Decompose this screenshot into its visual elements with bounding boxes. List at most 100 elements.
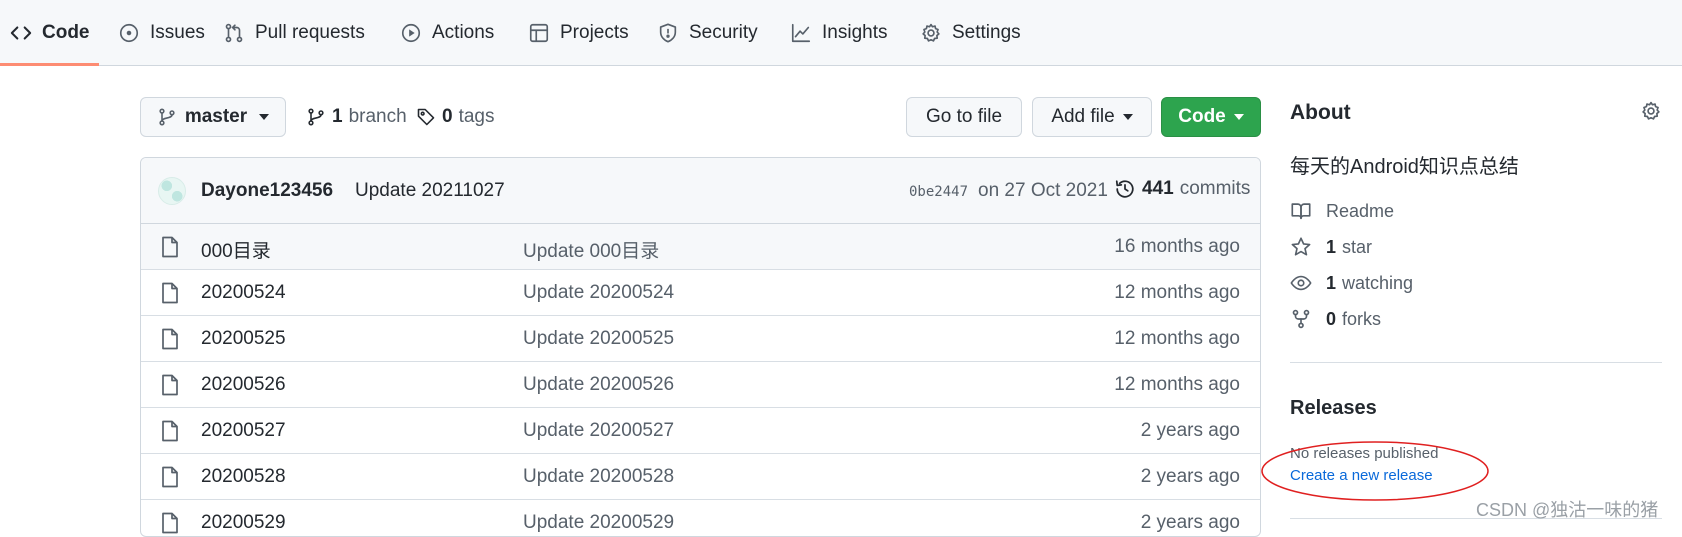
table-row[interactable]: 20200529 Update 20200529 2 years ago [141,500,1260,536]
readme-link[interactable]: Readme [1290,199,1394,223]
tab-insights[interactable]: Insights [790,0,887,66]
tab-code[interactable]: Code [10,0,90,66]
file-commit-message[interactable]: Update 20200525 [523,328,674,350]
file-icon [161,512,179,534]
chevron-down-icon [259,114,270,120]
annotation-ellipse [1261,441,1489,501]
commit-label: commits [1179,178,1251,199]
table-row[interactable]: 20200525 Update 20200525 12 months ago [141,316,1260,362]
stars-count: 1 [1326,236,1337,257]
tag-count: 0 [442,106,453,127]
tab-actions[interactable]: Actions [400,0,494,66]
tab-label: Security [689,22,758,43]
code-icon [10,22,32,44]
watching-label: watching [1342,272,1414,293]
table-row[interactable]: 20200528 Update 20200528 2 years ago [141,454,1260,500]
latest-commit-bar: Dayone123456 Update 20211027 0be2447 on … [141,158,1260,224]
repo-description: 每天的Android知识点总结 [1290,156,1519,178]
repo-nav: Code Issues Pull requests Actions Projec… [0,0,1682,66]
issue-icon [118,22,140,44]
releases-heading[interactable]: Releases [1290,397,1377,420]
commit-count: 441 [1142,178,1174,199]
tab-projects[interactable]: Projects [528,0,629,66]
add-file-button[interactable]: Add file [1032,97,1152,137]
chevron-down-icon [1122,114,1133,120]
tab-settings[interactable]: Settings [920,0,1021,66]
commit-message[interactable]: Update 20211027 [355,180,505,202]
active-tab-underline [0,63,99,66]
history-icon [1114,178,1136,200]
file-commit-message[interactable]: Update 20200528 [523,466,674,488]
file-icon [161,374,179,396]
branch-select-button[interactable]: master [140,97,286,137]
file-age: 2 years ago [1140,512,1240,533]
tab-label: Projects [560,22,629,43]
file-age: 2 years ago [1140,420,1240,441]
forks-label: forks [1342,308,1382,329]
branch-name: master [184,106,248,127]
tab-security[interactable]: Security [657,0,758,66]
code-button[interactable]: Code [1161,97,1261,137]
table-row[interactable]: 000目录 Update 000目录 16 months ago [141,224,1260,270]
file-commit-message[interactable]: Update 20200529 [523,512,674,534]
sidebar-divider [1290,362,1662,363]
watching-link[interactable]: 1 watching [1290,271,1413,295]
file-name[interactable]: 20200526 [201,374,286,396]
stars-link[interactable]: 1 star [1290,235,1372,259]
file-age: 16 months ago [1114,236,1240,257]
commit-author[interactable]: Dayone123456 [201,180,333,202]
shield-icon [657,22,679,44]
graph-icon [790,22,812,44]
branch-label: branch [348,106,407,127]
commit-sha[interactable]: 0be2447 [909,184,968,200]
file-name[interactable]: 20200529 [201,512,286,534]
tab-issues[interactable]: Issues [118,0,205,66]
watching-count: 1 [1326,272,1337,293]
file-icon [161,282,179,304]
tab-label: Code [42,22,90,43]
table-row[interactable]: 20200524 Update 20200524 12 months ago [141,270,1260,316]
about-heading: About [1290,101,1351,124]
tab-label: Pull requests [255,22,365,43]
file-name[interactable]: 20200525 [201,328,286,350]
tab-pull-requests[interactable]: Pull requests [223,0,365,66]
avatar[interactable] [158,177,186,205]
file-name[interactable]: 20200524 [201,282,286,304]
star-icon [1290,236,1312,258]
add-file-label: Add file [1051,106,1115,127]
go-to-file-label: Go to file [925,106,1003,127]
git-branch-icon [306,107,326,127]
branches-link[interactable]: 1 branch [306,106,407,128]
table-row[interactable]: 20200526 Update 20200526 12 months ago [141,362,1260,408]
commit-date[interactable]: on 27 Oct 2021 [978,180,1108,202]
eye-icon [1290,272,1312,294]
file-icon [161,466,179,488]
file-age: 12 months ago [1114,328,1240,349]
file-commit-message[interactable]: Update 20200527 [523,420,674,442]
code-button-label: Code [1178,106,1226,127]
file-icon [161,236,179,258]
table-row[interactable]: 20200527 Update 20200527 2 years ago [141,408,1260,454]
file-commit-message[interactable]: Update 20200526 [523,374,674,396]
fork-icon [1290,308,1312,330]
commits-link[interactable]: 441 commits [1114,178,1250,200]
file-commit-message[interactable]: Update 000目录 [523,236,659,263]
tags-link[interactable]: 0 tags [416,106,495,128]
file-icon [161,328,179,350]
forks-link[interactable]: 0 forks [1290,307,1381,331]
go-to-file-button[interactable]: Go to file [906,97,1022,137]
gear-icon[interactable] [1640,100,1662,122]
tag-icon [416,107,436,127]
file-age: 12 months ago [1114,374,1240,395]
file-age: 12 months ago [1114,282,1240,303]
book-icon [1290,200,1312,222]
play-icon [400,22,422,44]
file-icon [161,420,179,442]
file-name[interactable]: 20200528 [201,466,286,488]
file-name[interactable]: 20200527 [201,420,286,442]
tab-label: Issues [150,22,205,43]
file-name[interactable]: 000目录 [201,236,271,263]
file-commit-message[interactable]: Update 20200524 [523,282,674,304]
stars-label: star [1342,236,1373,257]
tab-label: Actions [432,22,495,43]
